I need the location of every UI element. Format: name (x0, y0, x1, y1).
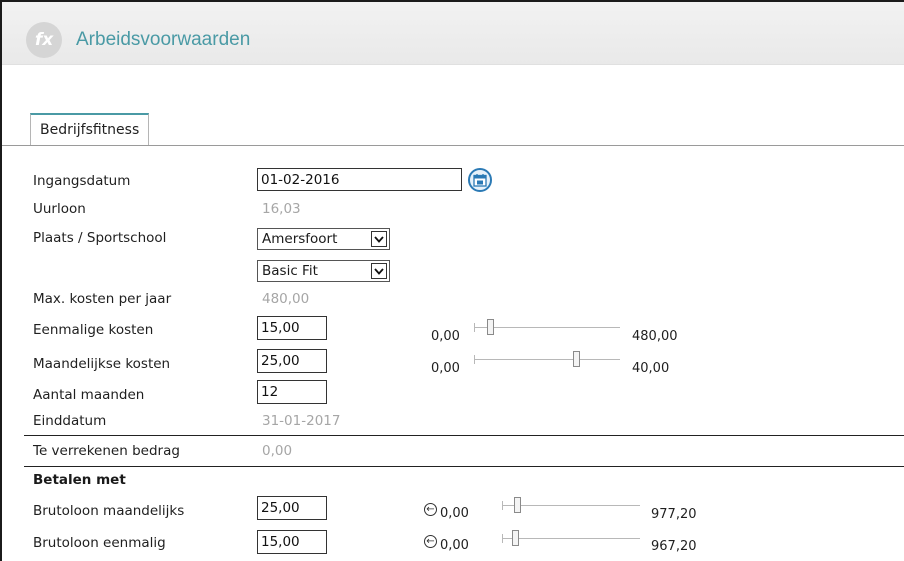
eenmalige-kosten-min: 0,00 (431, 329, 460, 344)
app-logo: fx (26, 22, 62, 58)
sportschool-select[interactable]: Basic Fit (257, 260, 390, 282)
value-te-verrekenen: 0,00 (262, 443, 293, 459)
maandelijkse-kosten-input[interactable] (257, 349, 327, 373)
page-title: Arbeidsvoorwaarden (76, 29, 251, 50)
section-divider (24, 466, 904, 467)
brutoloon-maandelijks-slider[interactable] (502, 497, 640, 513)
label-brutoloon-maandelijks: Brutoloon maandelijks (33, 503, 185, 519)
label-einddatum: Einddatum (33, 413, 107, 429)
sportschool-selected: Basic Fit (262, 263, 318, 279)
label-eenmalige-kosten: Eenmalige kosten (33, 322, 154, 338)
brutoloon-maandelijks-max: 977,20 (651, 507, 697, 522)
brutoloon-eenmalig-min: 0,00 (440, 538, 469, 553)
chevron-down-icon[interactable] (371, 263, 387, 279)
label-plaats-sportschool: Plaats / Sportschool (33, 230, 167, 246)
ingangsdatum-input[interactable] (257, 168, 462, 191)
brutoloon-eenmalig-slider[interactable] (502, 530, 640, 546)
eenmalige-kosten-input[interactable] (257, 316, 327, 340)
label-aantal-maanden: Aantal maanden (33, 387, 145, 403)
value-max-kosten: 480,00 (262, 291, 310, 307)
value-einddatum: 31-01-2017 (262, 413, 341, 429)
maandelijkse-kosten-min: 0,00 (431, 361, 460, 376)
label-uurloon: Uurloon (33, 201, 86, 217)
plaats-select[interactable]: Amersfoort (257, 228, 390, 250)
maandelijkse-kosten-slider[interactable] (474, 351, 620, 367)
brutoloon-maandelijks-input[interactable] (257, 496, 327, 520)
label-te-verrekenen: Te verrekenen bedrag (33, 443, 180, 459)
brutoloon-maandelijks-min: 0,00 (440, 506, 469, 521)
slider-thumb[interactable] (514, 497, 521, 513)
brutoloon-eenmalig-input[interactable] (257, 530, 327, 554)
slider-thumb[interactable] (487, 319, 494, 335)
eenmalige-kosten-max: 480,00 (632, 329, 678, 344)
calendar-icon[interactable] (468, 168, 492, 192)
slider-thumb[interactable] (573, 351, 580, 367)
tab-divider (2, 145, 904, 146)
chevron-down-icon[interactable] (371, 231, 387, 247)
value-uurloon: 16,03 (262, 201, 301, 217)
eenmalige-kosten-slider[interactable] (474, 319, 620, 335)
section-divider (24, 435, 904, 436)
label-max-kosten: Max. kosten per jaar (33, 291, 172, 307)
tab-bedrijfsfitness[interactable]: Bedrijfsfitness (30, 113, 150, 146)
brutoloon-eenmalig-max: 967,20 (651, 539, 697, 554)
label-brutoloon-eenmalig: Brutoloon eenmalig (33, 535, 166, 551)
undo-circle-icon[interactable]: ← (424, 535, 437, 548)
maandelijkse-kosten-max: 40,00 (632, 361, 670, 376)
plaats-selected: Amersfoort (262, 231, 338, 247)
label-ingangsdatum: Ingangsdatum (33, 173, 131, 189)
undo-circle-icon[interactable]: ← (424, 503, 437, 516)
section-title-betalen-met: Betalen met (33, 472, 126, 488)
aantal-maanden-input[interactable] (257, 380, 327, 404)
window-border-left (0, 0, 2, 561)
label-maandelijkse-kosten: Maandelijkse kosten (33, 356, 171, 372)
slider-thumb[interactable] (512, 530, 519, 546)
